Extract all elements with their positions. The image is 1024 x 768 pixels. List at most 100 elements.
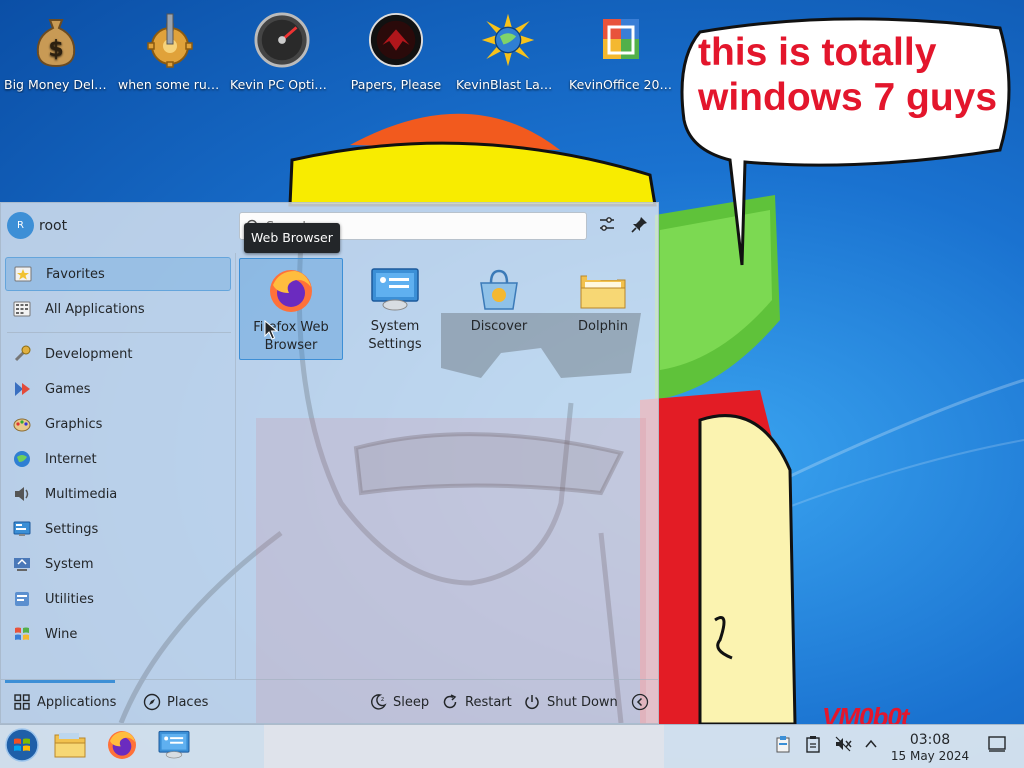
category-label: System (45, 556, 94, 572)
tray-notes[interactable] (772, 735, 794, 757)
category-internet[interactable]: Internet (5, 442, 231, 476)
category-label: Utilities (45, 591, 94, 607)
folder-icon (54, 731, 86, 763)
gauge-icon (254, 8, 310, 72)
desktop-icon-label: Big Money Deluxe (4, 77, 112, 92)
launcher-footer: Applications Places z Sleep Restart Shut… (1, 679, 658, 724)
active-tab-indicator (5, 680, 115, 683)
category-label: Settings (45, 521, 99, 537)
compass-icon (143, 693, 161, 711)
favorite-discover[interactable]: Discover (447, 258, 551, 360)
clipboard-list-icon (805, 735, 821, 757)
grid-icon (11, 298, 33, 320)
tab-places[interactable]: Places (143, 690, 208, 714)
tray-volume[interactable] (832, 735, 854, 757)
favorite-label: Discover (470, 319, 528, 334)
tab-applications[interactable]: Applications (13, 690, 116, 714)
desktop-icon-kevinblast-launcher[interactable]: KevinBlast Launcher (452, 8, 564, 93)
category-games[interactable]: Games (5, 372, 231, 406)
category-label: Games (45, 381, 91, 397)
multimedia-icon (11, 483, 33, 505)
folder-icon (577, 266, 629, 314)
category-separator (7, 332, 231, 333)
windows-orb-icon (5, 728, 39, 766)
category-system[interactable]: System (5, 547, 231, 581)
desktop-icon-russian[interactable]: when some russian runs a... (114, 8, 226, 93)
category-settings[interactable]: Settings (5, 512, 231, 546)
system-icon (11, 553, 33, 575)
sleep-button[interactable]: z Sleep (369, 690, 429, 714)
system-settings-icon (369, 266, 421, 314)
desktop-icon-big-money-deluxe[interactable]: $ Big Money Deluxe (0, 8, 112, 93)
mouse-cursor-icon (264, 320, 278, 340)
configure-button[interactable] (595, 214, 619, 238)
system-settings-icon (157, 730, 191, 764)
volume-muted-icon (834, 735, 852, 757)
favorite-label: Firefox Web Browser (253, 320, 329, 353)
desktop-icon-papers-please[interactable]: Papers, Please (340, 8, 452, 93)
internet-icon (11, 448, 33, 470)
svg-text:$: $ (48, 37, 63, 62)
show-desktop-button[interactable] (986, 735, 1008, 757)
category-favorites[interactable]: Favorites (5, 257, 231, 291)
category-label: All Applications (45, 301, 145, 317)
desktop-icon-label: KevinBlast Launcher (456, 77, 564, 92)
chevron-left-icon (631, 693, 649, 711)
restart-icon (441, 693, 459, 711)
taskbar-system-settings[interactable] (154, 729, 194, 765)
sleep-icon: z (369, 693, 387, 711)
utilities-icon (11, 588, 33, 610)
category-label: Internet (45, 451, 97, 467)
pin-icon (631, 215, 649, 237)
favorite-dolphin[interactable]: Dolphin (551, 258, 655, 360)
desktop-icon-kevin-pc-optimizer[interactable]: Kevin PC Optimizer Ho... (226, 8, 338, 93)
development-icon (11, 343, 33, 365)
sleep-label: Sleep (393, 694, 430, 710)
start-button[interactable] (2, 728, 42, 766)
taskbar-firefox[interactable] (102, 729, 142, 765)
category-development[interactable]: Development (5, 337, 231, 371)
leave-options-button[interactable] (631, 690, 655, 714)
favorite-label: Dolphin (578, 319, 628, 334)
gear-icon (142, 8, 198, 72)
desktop-icon-kevinoffice-2009[interactable]: KevinOffice 2009 (565, 8, 677, 93)
power-icon (523, 693, 541, 711)
pin-button[interactable] (628, 214, 652, 238)
username: root (39, 218, 68, 234)
show-desktop-icon (988, 736, 1006, 756)
clipboard-icon (775, 735, 791, 757)
category-utilities[interactable]: Utilities (5, 582, 231, 616)
shutdown-label: Shut Down (547, 694, 618, 710)
category-label: Development (45, 346, 133, 362)
desktop-icon-label: when some russian runs a... (118, 77, 226, 92)
desktop-icon-label: Papers, Please (350, 77, 442, 92)
tray-expand[interactable] (860, 735, 882, 757)
taskbar: 03:08 15 May 2024 (0, 724, 1024, 768)
globe-burst-icon (480, 8, 536, 72)
shutdown-button[interactable]: Shut Down (523, 690, 618, 714)
category-label: Graphics (45, 416, 103, 432)
favorite-system-settings[interactable]: System Settings (343, 258, 447, 360)
favorite-firefox[interactable]: Firefox Web Browser (239, 258, 343, 360)
svg-text:z: z (381, 696, 384, 703)
games-icon (11, 378, 33, 400)
money-bag-icon: $ (28, 8, 84, 72)
firefox-icon (106, 729, 138, 765)
digital-clock[interactable]: 03:08 15 May 2024 (888, 732, 972, 764)
category-multimedia[interactable]: Multimedia (5, 477, 231, 511)
desktop-icon-label: KevinOffice 2009 (569, 77, 676, 92)
favorite-label: System Settings (368, 319, 422, 352)
category-graphics[interactable]: Graphics (5, 407, 231, 441)
category-wine[interactable]: Wine (5, 617, 231, 651)
restart-button[interactable]: Restart (441, 690, 512, 714)
category-all-applications[interactable]: All Applications (5, 292, 231, 326)
tray-clipboard[interactable] (802, 735, 824, 757)
category-label: Favorites (46, 266, 105, 282)
avatar[interactable]: R (7, 212, 34, 239)
taskbar-dolphin[interactable] (50, 729, 90, 765)
wine-icon (11, 623, 33, 645)
papers-please-icon (368, 8, 424, 72)
restart-label: Restart (465, 694, 512, 710)
desktop-icon-label: Kevin PC Optimizer Ho... (230, 77, 338, 92)
category-label: Multimedia (45, 486, 118, 502)
